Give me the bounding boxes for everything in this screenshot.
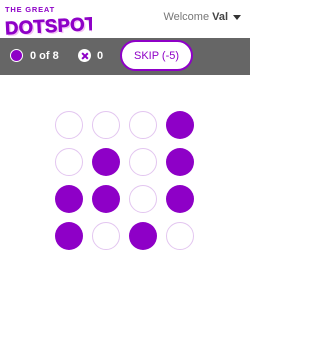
dot-filled[interactable]	[166, 185, 194, 213]
user-name: Val	[212, 11, 228, 23]
dot-empty[interactable]	[55, 148, 83, 176]
caret-down-icon[interactable]	[233, 15, 241, 20]
welcome-label: Welcome	[163, 11, 210, 23]
dot-filled[interactable]	[92, 148, 120, 176]
dot-empty[interactable]	[92, 222, 120, 250]
logo-tagline: THE GREAT	[5, 5, 55, 14]
dot-filled[interactable]	[55, 185, 83, 213]
score-counter: 0 of 8	[30, 50, 59, 62]
skip-button[interactable]: SKIP (-5)	[120, 40, 193, 71]
dot-empty[interactable]	[129, 148, 157, 176]
dot-empty[interactable]	[166, 222, 194, 250]
status-bar: 0 of 8 0 SKIP (-5)	[0, 38, 250, 75]
close-circle-icon	[78, 49, 91, 62]
dot-score-icon	[10, 49, 23, 62]
logo-title: DOTSPOT	[5, 13, 92, 38]
dot-empty[interactable]	[129, 185, 157, 213]
dot-empty[interactable]	[92, 111, 120, 139]
dot-filled[interactable]	[129, 222, 157, 250]
dot-filled[interactable]	[92, 185, 120, 213]
dot-grid	[55, 111, 196, 252]
miss-counter: 0	[97, 50, 104, 62]
dot-empty[interactable]	[55, 111, 83, 139]
dot-filled[interactable]	[166, 148, 194, 176]
user-menu[interactable]: Welcome Val	[163, 11, 241, 23]
dotspot-logo[interactable]: THE GREAT DOTSPOT DOTSPOT	[4, 4, 92, 38]
header: THE GREAT DOTSPOT DOTSPOT Welcome Val	[0, 0, 250, 38]
dot-empty[interactable]	[129, 111, 157, 139]
dot-filled[interactable]	[55, 222, 83, 250]
dot-filled[interactable]	[166, 111, 194, 139]
